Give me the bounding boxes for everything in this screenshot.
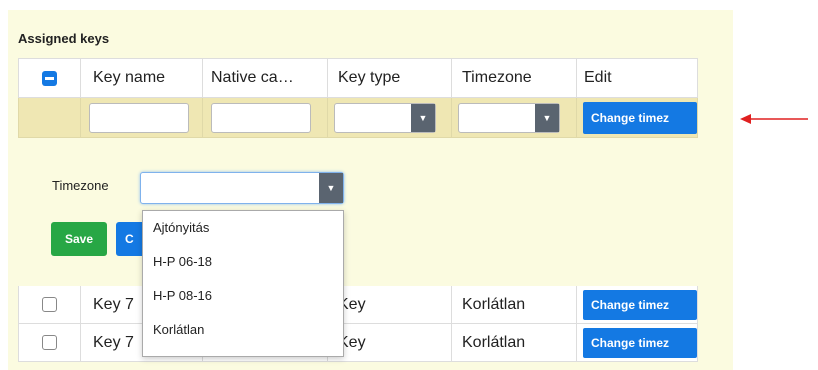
filter-edit-cell: Change timez: [577, 98, 698, 138]
edit-cell: Change timez: [577, 324, 698, 362]
left-arrow-icon: [740, 114, 808, 124]
caret-down-icon[interactable]: ▼: [535, 103, 559, 132]
row-checkbox-cell: [18, 324, 81, 362]
table-header: Key name Native ca… Key type Timezone Ed…: [18, 58, 698, 98]
timezone-cell: Korlátlan: [452, 286, 577, 324]
filter-native-cell: [203, 98, 328, 138]
key-type-cell: Key: [328, 286, 452, 324]
table-row[interactable]: Key 7 Key Korlátlan Change timez: [18, 286, 698, 324]
column-header-native[interactable]: Native ca…: [203, 58, 328, 98]
row-checkbox[interactable]: [42, 297, 57, 312]
filter-key-name-cell: [81, 98, 203, 138]
filter-timezone-select[interactable]: ▼: [458, 102, 560, 133]
timezone-option[interactable]: H-P 06-18: [143, 245, 343, 279]
filter-native-input[interactable]: [211, 102, 311, 133]
timezone-editor: Timezone ▼ Save C: [18, 138, 698, 284]
timezone-select[interactable]: ▼: [140, 172, 344, 204]
filter-key-type-cell: ▼: [328, 98, 452, 138]
caret-down-icon[interactable]: ▼: [411, 103, 435, 132]
change-timezone-button[interactable]: Change timez: [583, 327, 697, 358]
edit-cell: Change timez: [577, 286, 698, 324]
timezone-cell: Korlátlan: [452, 324, 577, 362]
minus-checkbox-icon[interactable]: [42, 70, 57, 86]
filter-empty-cell: [18, 98, 81, 138]
key-type-cell: Key: [328, 324, 452, 362]
filter-key-type-select[interactable]: ▼: [334, 102, 436, 133]
filter-row: ▼ ▼ Change timez: [18, 98, 698, 138]
timezone-option[interactable]: H-P 08-16: [143, 279, 343, 313]
change-timezone-button[interactable]: Change timez: [583, 289, 697, 320]
column-header-timezone[interactable]: Timezone: [452, 58, 577, 98]
row-checkbox[interactable]: [42, 335, 57, 350]
table-row[interactable]: Key 7 Key Korlátlan Change timez: [18, 324, 698, 362]
column-header-key-type[interactable]: Key type: [328, 58, 452, 98]
change-timezone-button[interactable]: Change timez: [583, 101, 697, 134]
select-all-cell[interactable]: [18, 58, 81, 98]
column-header-key-name[interactable]: Key name: [81, 58, 203, 98]
timezone-dropdown-list: Ajtónyitás H-P 06-18 H-P 08-16 Korlátlan: [142, 210, 344, 357]
section-title: Assigned keys: [18, 31, 110, 46]
row-checkbox-cell: [18, 286, 81, 324]
timezone-option[interactable]: Ajtónyitás: [143, 211, 343, 245]
timezone-label: Timezone: [52, 178, 109, 193]
timezone-option[interactable]: Korlátlan: [143, 313, 343, 347]
save-button[interactable]: Save: [51, 222, 107, 256]
caret-down-icon[interactable]: ▼: [319, 173, 343, 203]
filter-key-name-input[interactable]: [89, 102, 189, 133]
column-header-edit: Edit: [577, 58, 698, 98]
filter-timezone-cell: ▼: [452, 98, 577, 138]
